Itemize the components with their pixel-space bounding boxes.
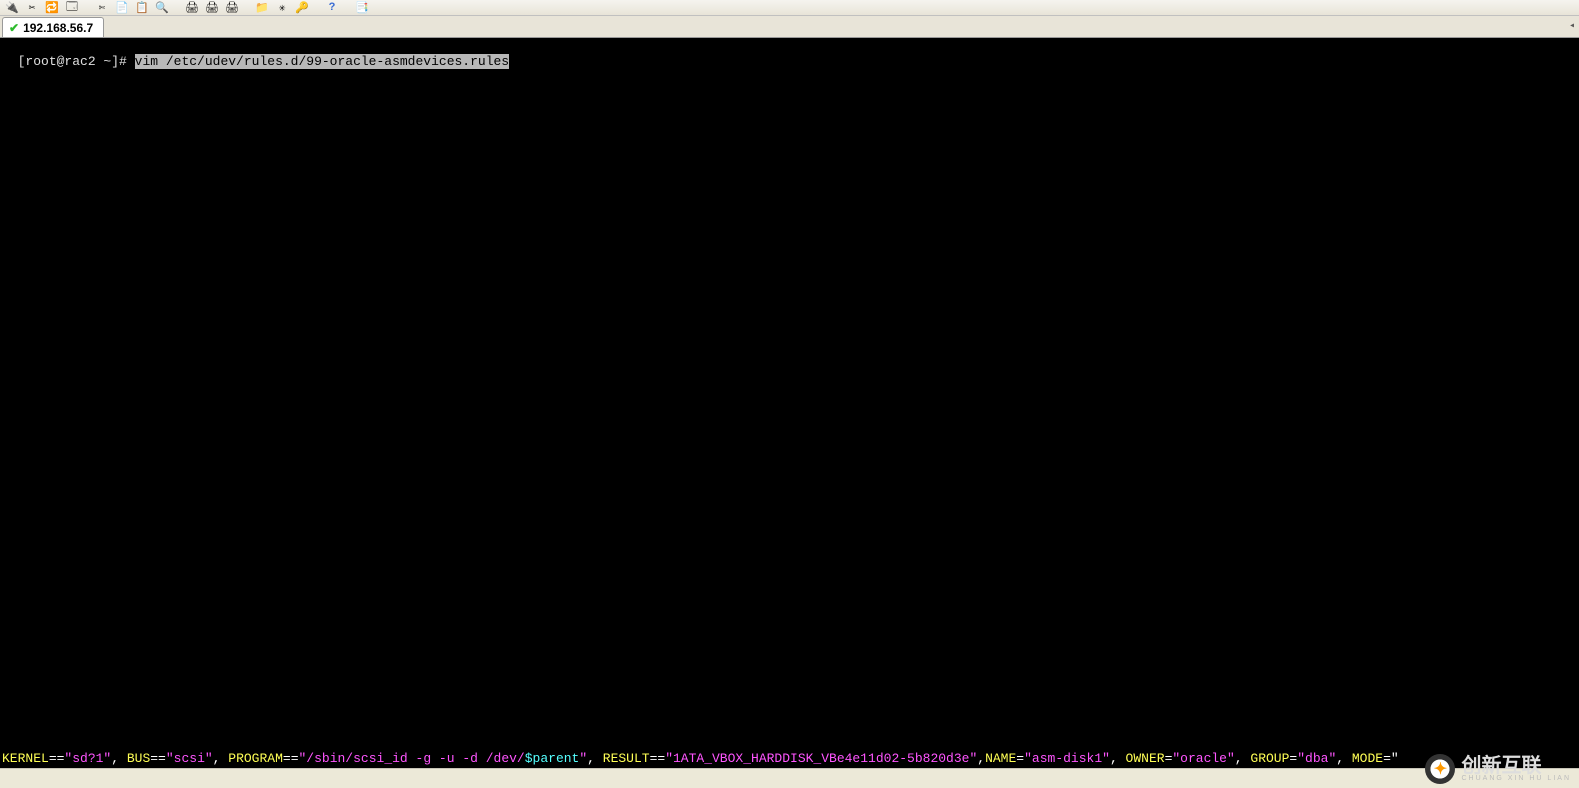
watermark-logo: ✦ 创新互联 CHUANG XIN HU LIAN [1425, 754, 1571, 784]
owner-key: OWNER [1126, 751, 1165, 766]
program-val-pre: "/sbin/scsi_id -g -u -d /dev/ [299, 751, 525, 766]
reconnect-icon[interactable]: 🔁 [44, 1, 60, 15]
group-key: GROUP [1250, 751, 1289, 766]
new-window-icon[interactable]: 🗔 [64, 1, 80, 15]
watermark-badge-icon: ✦ [1425, 754, 1455, 784]
group-val: "dba" [1297, 751, 1336, 766]
command-selection: vim /etc/udev/rules.d/99-oracle-asmdevic… [135, 54, 509, 69]
prompt-text: [root@rac2 ~]# [18, 54, 135, 69]
session-tab-bar: ✔ 192.168.56.7 ◂ [0, 16, 1579, 38]
owner-val: "oracle" [1172, 751, 1234, 766]
shell-prompt: [root@rac2 ~]# vim /etc/udev/rules.d/99-… [18, 54, 510, 69]
find-icon[interactable]: 🔍 [154, 1, 170, 15]
connected-check-icon: ✔ [9, 21, 19, 35]
print-preview-icon[interactable]: 🖨 [204, 1, 220, 15]
print-icon[interactable]: 🖨 [184, 1, 200, 15]
result-key: RESULT [603, 751, 650, 766]
watermark-text-main: 创新互联 [1461, 757, 1571, 775]
kernel-key: KERNEL [2, 751, 49, 766]
app-toolbar: 🔌 ✂ 🔁 🗔 ✄ 📄 📋 🔍 🖨 🖨 🖨 📁 ✳ 🔑 ? 📑 [0, 0, 1579, 16]
settings-icon[interactable]: ✳ [274, 1, 290, 15]
kernel-val: "sd?1" [64, 751, 111, 766]
copy-icon[interactable]: 📄 [114, 1, 130, 15]
vim-rule-line: KERNEL=="sd?1", BUS=="scsi", PROGRAM=="/… [2, 751, 1577, 766]
toggle-icon[interactable]: 📑 [354, 1, 370, 15]
result-val: "1ATA_VBOX_HARDDISK_VBe4e11d02-5b820d3e" [665, 751, 977, 766]
name-val: "asm-disk1" [1024, 751, 1110, 766]
terminal-pane[interactable]: [root@rac2 ~]# vim /etc/udev/rules.d/99-… [0, 38, 1579, 768]
name-key: NAME [985, 751, 1016, 766]
program-val-var: $parent [525, 751, 580, 766]
cut-icon[interactable]: ✄ [94, 1, 110, 15]
properties-icon[interactable]: 📁 [254, 1, 270, 15]
bus-val: "scsi" [166, 751, 213, 766]
session-tab-label: 192.168.56.7 [23, 21, 93, 35]
session-tab[interactable]: ✔ 192.168.56.7 [2, 17, 104, 37]
connect-icon[interactable]: 🔌 [4, 1, 20, 15]
status-bar [0, 768, 1579, 788]
help-icon[interactable]: ? [324, 1, 340, 15]
watermark-text-sub: CHUANG XIN HU LIAN [1461, 775, 1571, 782]
disconnect-icon[interactable]: ✂ [24, 1, 40, 15]
paste-icon[interactable]: 📋 [134, 1, 150, 15]
mode-key: MODE [1352, 751, 1383, 766]
tab-overflow-arrow-icon[interactable]: ◂ [1569, 20, 1575, 32]
program-key: PROGRAM [228, 751, 283, 766]
page-setup-icon[interactable]: 🖨 [224, 1, 240, 15]
key-icon[interactable]: 🔑 [294, 1, 310, 15]
bus-key: BUS [127, 751, 150, 766]
